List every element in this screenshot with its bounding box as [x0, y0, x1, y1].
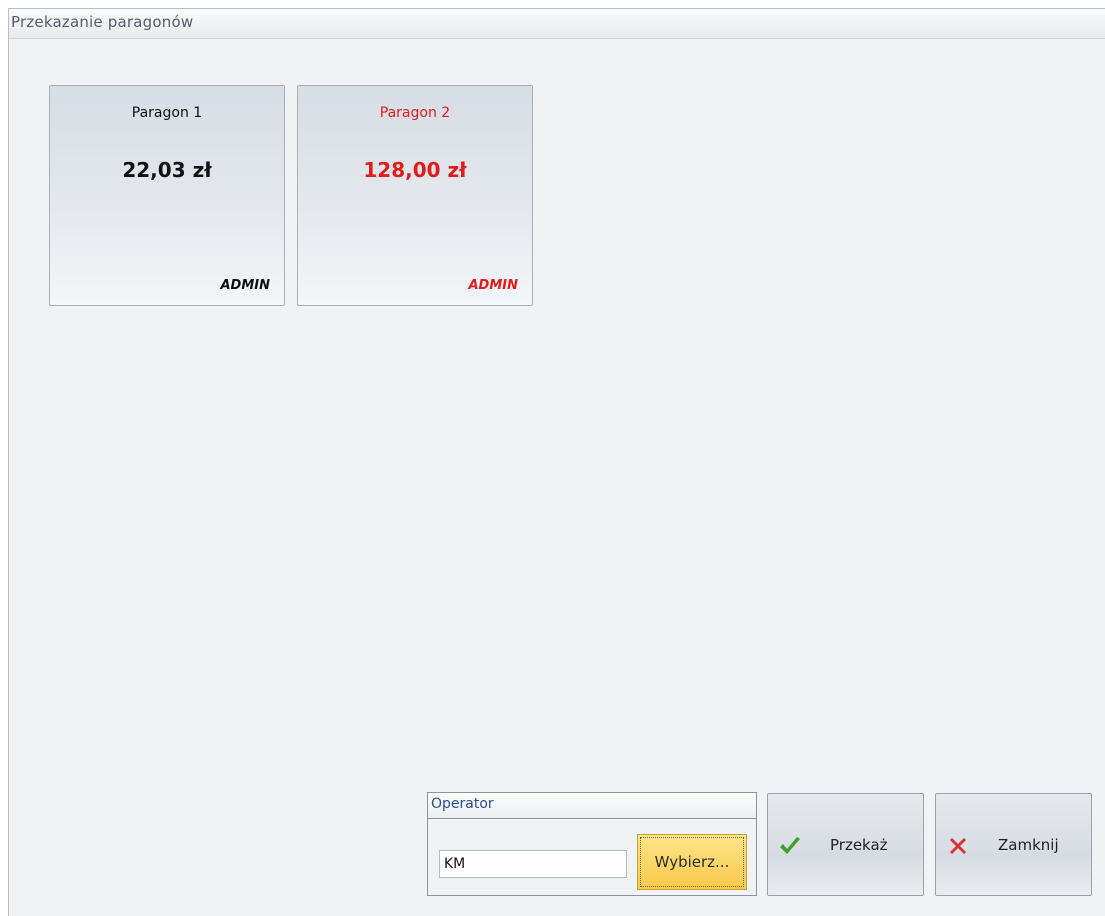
receipt-amount: 128,00 zł — [363, 158, 467, 182]
receipt-name: Paragon 1 — [131, 105, 203, 121]
receipt-amount: 22,03 zł — [122, 158, 212, 182]
transfer-receipts-window: Przekazanie paragonów Paragon 1 22,03 zł… — [8, 8, 1105, 916]
close-x-icon — [950, 838, 966, 854]
operator-label: Operator — [428, 793, 756, 819]
window-titlebar: Przekazanie paragonów — [9, 9, 1105, 39]
close-button-label: Zamknij — [998, 836, 1059, 854]
receipt-user: ADMIN — [220, 278, 270, 293]
transfer-button-label: Przekaż — [830, 836, 888, 854]
receipt-tile-2[interactable]: Paragon 2 128,00 zł ADMIN — [297, 85, 533, 306]
window-title: Przekazanie paragonów — [11, 13, 194, 31]
operator-group: Operator Wybierz... — [427, 792, 757, 896]
receipt-tile-1[interactable]: Paragon 1 22,03 zł ADMIN — [49, 85, 285, 306]
close-button[interactable]: Zamknij — [935, 793, 1092, 896]
choose-operator-button[interactable]: Wybierz... — [637, 834, 747, 890]
operator-input[interactable] — [439, 850, 627, 878]
receipt-name: Paragon 2 — [379, 105, 451, 121]
checkmark-icon — [780, 837, 800, 854]
receipt-user: ADMIN — [468, 278, 518, 293]
transfer-button[interactable]: Przekaż — [767, 793, 924, 896]
